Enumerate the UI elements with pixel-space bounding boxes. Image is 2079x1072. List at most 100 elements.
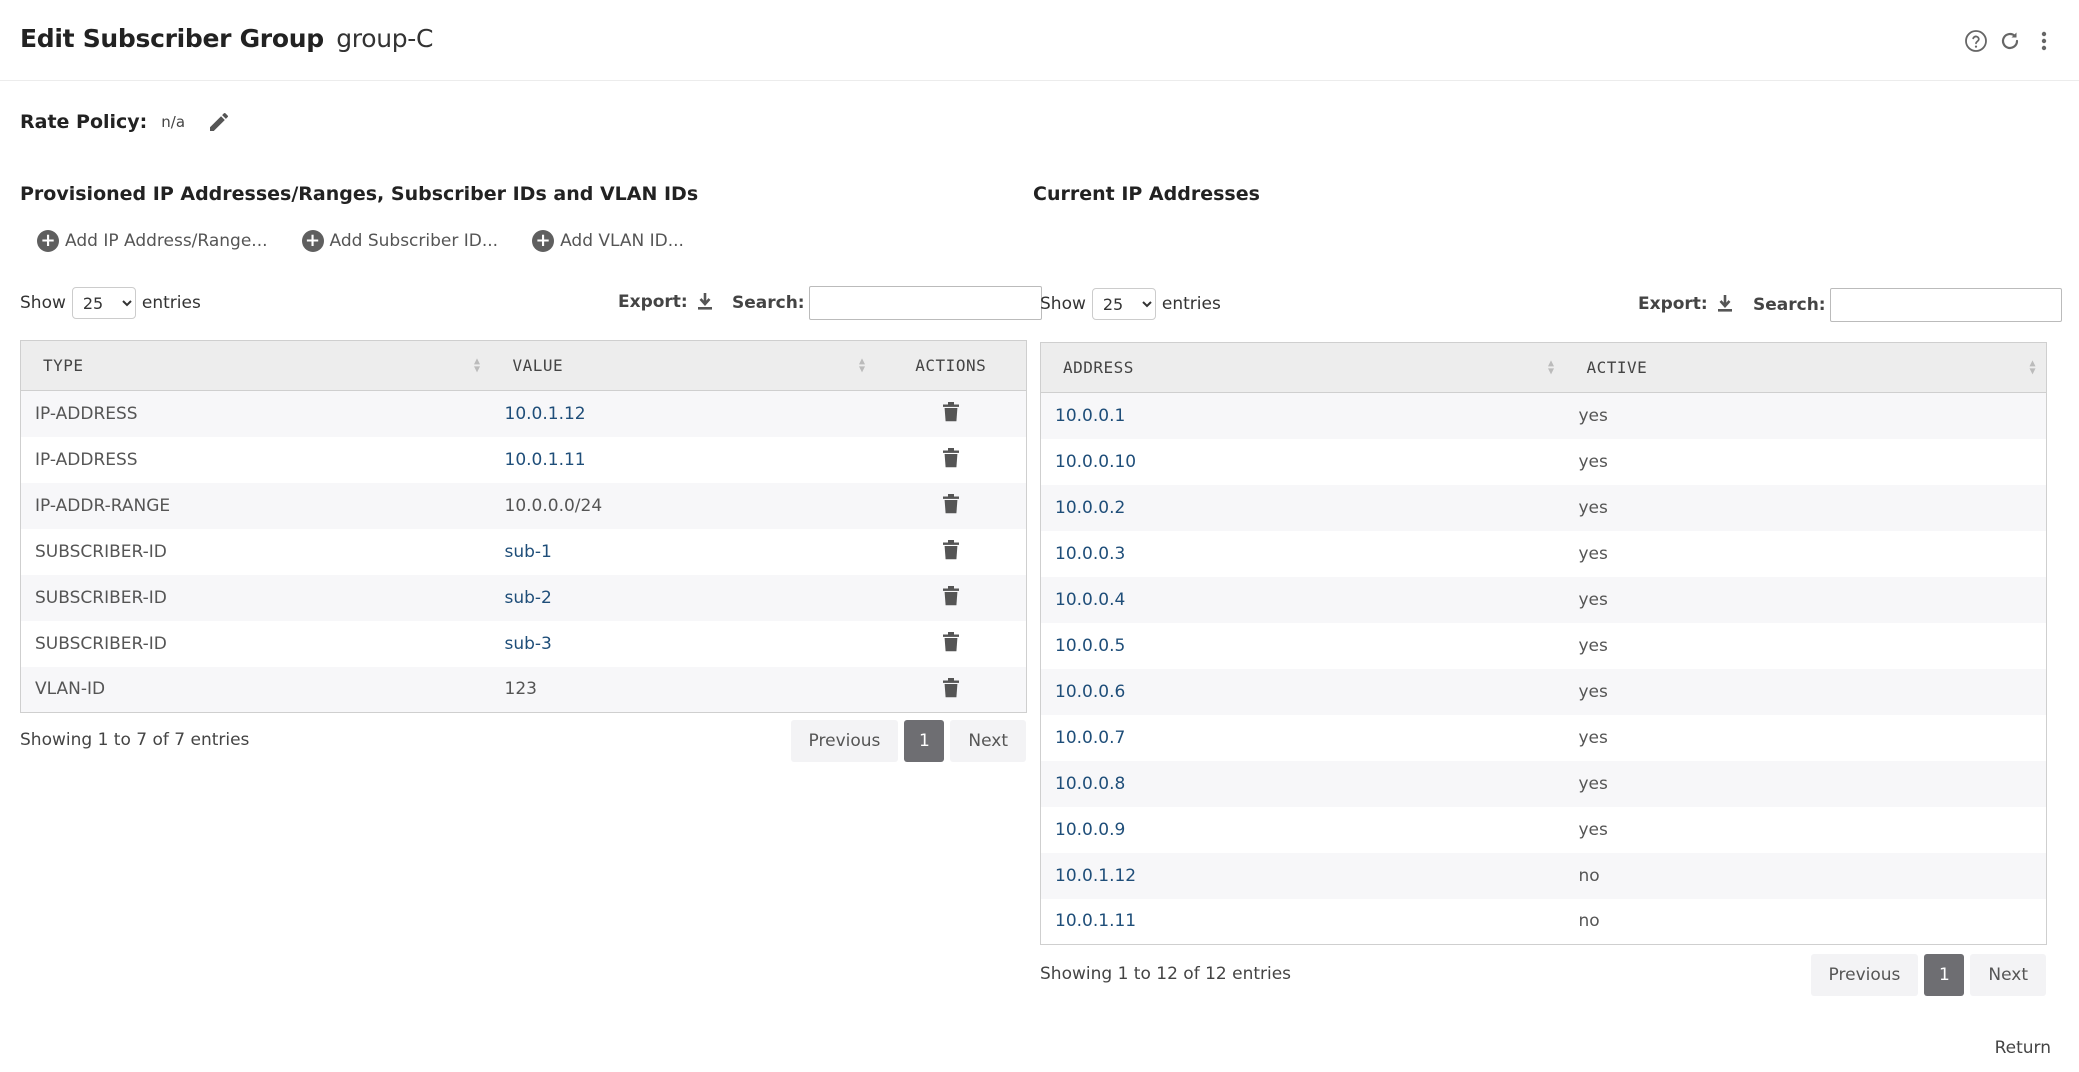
page-length-select[interactable]: 25 xyxy=(1091,288,1156,320)
actions-cell xyxy=(875,436,1027,483)
search-input[interactable] xyxy=(1829,288,2062,322)
actions-cell xyxy=(875,390,1027,437)
type-cell: IP-ADDRESS xyxy=(20,436,491,483)
help-icon[interactable] xyxy=(1963,28,1989,54)
export-label: Export: xyxy=(618,292,688,312)
trash-icon[interactable] xyxy=(940,676,962,700)
table-row: 10.0.0.9 yes xyxy=(1040,806,2047,853)
table-row: IP-ADDRESS 10.0.1.11 xyxy=(20,436,1027,483)
header-actions xyxy=(1963,28,2057,54)
plus-circle-icon: + xyxy=(532,230,555,252)
value-cell[interactable]: 10.0.1.11 xyxy=(490,436,876,483)
page-length-select[interactable]: 25 xyxy=(71,287,136,319)
current-ip-table: ADDRESS ▲ ▼ ACTIVE ▲ ▼ 10.0.0.1 yes 10.0.0.10 y… xyxy=(1040,342,2047,945)
sort-icon: ▲ ▼ xyxy=(858,356,866,375)
address-cell[interactable]: 10.0.0.4 xyxy=(1040,576,1565,623)
search-input[interactable] xyxy=(808,286,1042,320)
plus-circle-icon: + xyxy=(37,230,59,252)
add-vlan-button[interactable]: + Add VLAN ID... xyxy=(532,230,684,252)
group-name: group-C xyxy=(336,24,434,53)
more-vertical-icon[interactable] xyxy=(2031,28,2057,54)
column-header-value[interactable]: VALUE ▲ ▼ xyxy=(490,340,876,391)
left-page-length: Show 25 entries xyxy=(20,287,201,319)
table-row: SUBSCRIBER-ID sub-1 xyxy=(20,528,1027,575)
right-table-info: Showing 1 to 12 of 12 entries xyxy=(1040,964,1292,984)
address-cell[interactable]: 10.0.0.10 xyxy=(1040,438,1565,485)
type-cell: IP-ADDR-RANGE xyxy=(20,482,491,529)
provisioned-title: Provisioned IP Addresses/Ranges, Subscri… xyxy=(20,183,699,205)
search-label: Search: xyxy=(732,293,805,313)
active-cell: no xyxy=(1564,898,2047,945)
right-export[interactable]: Export: xyxy=(1638,294,1734,314)
add-ip-label: Add IP Address/Range... xyxy=(65,231,268,251)
next-button[interactable]: Next xyxy=(1970,954,2046,996)
add-subscriber-button[interactable]: + Add Subscriber ID... xyxy=(301,230,499,252)
trash-icon[interactable] xyxy=(940,584,962,608)
value-cell[interactable]: sub-3 xyxy=(490,620,876,667)
rate-policy-label: Rate Policy: xyxy=(20,111,148,133)
add-subscriber-label: Add Subscriber ID... xyxy=(329,231,499,251)
pencil-icon[interactable] xyxy=(205,108,233,136)
right-page-length: Show 25 entries xyxy=(1040,288,1221,320)
trash-icon[interactable] xyxy=(940,446,962,470)
table-row: SUBSCRIBER-ID sub-2 xyxy=(20,574,1027,621)
left-export[interactable]: Export: xyxy=(618,292,714,312)
column-header-active[interactable]: ACTIVE ▲ ▼ xyxy=(1564,342,2047,393)
table-row: 10.0.1.11 no xyxy=(1040,898,2047,945)
column-header-type[interactable]: TYPE ▲ ▼ xyxy=(20,340,491,391)
value-cell[interactable]: sub-1 xyxy=(490,528,876,575)
address-cell[interactable]: 10.0.0.9 xyxy=(1040,806,1565,853)
active-cell: yes xyxy=(1564,622,2047,669)
refresh-icon[interactable] xyxy=(1997,28,2023,54)
add-ip-button[interactable]: + Add IP Address/Range... xyxy=(37,230,268,252)
column-header-address[interactable]: ADDRESS ▲ ▼ xyxy=(1040,342,1565,393)
table-row: IP-ADDR-RANGE 10.0.0.0/24 xyxy=(20,482,1027,529)
actions-cell xyxy=(875,482,1027,529)
sort-icon: ▲ ▼ xyxy=(1547,358,1555,377)
table-row: 10.0.0.7 yes xyxy=(1040,714,2047,761)
left-search: Search: xyxy=(732,286,1042,320)
page-title: Edit Subscriber Group group-C xyxy=(20,24,434,53)
right-search: Search: xyxy=(1753,288,2062,322)
address-cell[interactable]: 10.0.0.5 xyxy=(1040,622,1565,669)
entries-label: entries xyxy=(1161,294,1221,314)
actions-cell xyxy=(875,574,1027,621)
address-cell[interactable]: 10.0.1.11 xyxy=(1040,898,1565,945)
table-row: SUBSCRIBER-ID sub-3 xyxy=(20,620,1027,667)
table-row: 10.0.0.5 yes xyxy=(1040,622,2047,669)
value-cell[interactable]: sub-2 xyxy=(490,574,876,621)
provisioned-table: TYPE ▲ ▼ VALUE ▲ ▼ ACTIONS IP-ADDRESS 10.0.1.… xyxy=(20,340,1027,713)
previous-button[interactable]: Previous xyxy=(1810,954,1919,996)
next-button[interactable]: Next xyxy=(950,720,1026,762)
return-button[interactable]: Return xyxy=(1995,1038,2051,1058)
page-button-current[interactable]: 1 xyxy=(904,720,945,762)
trash-icon[interactable] xyxy=(940,630,962,654)
current-title: Current IP Addresses xyxy=(1033,183,1260,205)
address-cell[interactable]: 10.0.0.6 xyxy=(1040,668,1565,715)
address-cell[interactable]: 10.0.0.3 xyxy=(1040,530,1565,577)
address-cell[interactable]: 10.0.0.1 xyxy=(1040,392,1565,439)
table-row: 10.0.0.2 yes xyxy=(1040,484,2047,531)
address-cell[interactable]: 10.0.0.2 xyxy=(1040,484,1565,531)
entries-label: entries xyxy=(141,293,201,313)
table-row: IP-ADDRESS 10.0.1.12 xyxy=(20,390,1027,437)
active-cell: no xyxy=(1564,852,2047,899)
table-row: 10.0.0.1 yes xyxy=(1040,392,2047,439)
active-cell: yes xyxy=(1564,760,2047,807)
actions-cell xyxy=(875,620,1027,667)
page-button-current[interactable]: 1 xyxy=(1924,954,1965,996)
trash-icon[interactable] xyxy=(940,538,962,562)
address-cell[interactable]: 10.0.1.12 xyxy=(1040,852,1565,899)
table-row: VLAN-ID 123 xyxy=(20,666,1027,713)
download-icon xyxy=(697,293,712,310)
address-cell[interactable]: 10.0.0.8 xyxy=(1040,760,1565,807)
value-cell[interactable]: 10.0.1.12 xyxy=(490,390,876,437)
type-cell: VLAN-ID xyxy=(20,666,491,713)
type-cell: IP-ADDRESS xyxy=(20,390,491,437)
trash-icon[interactable] xyxy=(940,492,962,516)
type-cell: SUBSCRIBER-ID xyxy=(20,574,491,621)
address-cell[interactable]: 10.0.0.7 xyxy=(1040,714,1565,761)
previous-button[interactable]: Previous xyxy=(790,720,899,762)
active-cell: yes xyxy=(1564,392,2047,439)
trash-icon[interactable] xyxy=(940,400,962,424)
